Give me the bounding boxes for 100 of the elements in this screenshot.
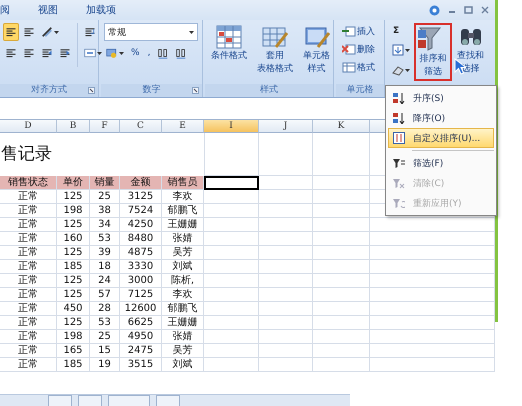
wrap-text-icon	[84, 26, 96, 38]
table-cell	[204, 358, 259, 372]
caret-icon	[119, 52, 124, 54]
ribbon-button[interactable]: 条件格式	[208, 23, 250, 81]
table-cell: 4875	[120, 246, 162, 260]
custom-sort-icon	[393, 132, 405, 144]
delete-cells-icon	[342, 44, 356, 54]
column-header[interactable]: J	[259, 120, 313, 133]
column-header[interactable]: B	[57, 120, 90, 133]
table-cell	[259, 204, 313, 218]
format-cells-icon	[342, 62, 356, 72]
table-cell: 125	[57, 274, 90, 288]
table-cell: 125	[57, 316, 90, 330]
active-cell[interactable]	[204, 176, 259, 190]
table-cell: 38	[90, 204, 120, 218]
table-cell: 正常	[0, 246, 57, 260]
table-cell: 正常	[0, 260, 57, 274]
ribbon-button[interactable]: 排序和 筛选	[414, 23, 452, 81]
reapply-filter-icon	[393, 197, 405, 209]
table-cell	[204, 260, 259, 274]
table-cell	[313, 204, 370, 218]
table-cell	[313, 330, 370, 344]
column-header[interactable]: F	[90, 120, 120, 133]
table-cell	[204, 344, 259, 358]
table-cell	[204, 133, 260, 176]
table-cell: 25	[90, 190, 120, 204]
table-cell: 39	[90, 246, 120, 260]
menu-item[interactable]: 降序(O)	[388, 108, 494, 128]
autosum-button[interactable]: Σ	[390, 23, 412, 39]
table-cell: 李欢	[162, 288, 204, 302]
table-cell: 15	[90, 344, 120, 358]
ribbon-tab[interactable]: 视图	[38, 3, 58, 17]
indent-icon	[41, 47, 53, 59]
column-header[interactable]: C	[120, 120, 162, 133]
close-icon[interactable]	[481, 6, 489, 14]
cells-button[interactable]: 插入	[339, 23, 378, 39]
table-cell	[204, 218, 259, 232]
menu-item[interactable]: 筛选(F)	[388, 153, 494, 173]
table-cell: 25	[90, 330, 120, 344]
table-cell: 正常	[0, 288, 57, 302]
table-cell: 6625	[120, 316, 162, 330]
group-label: 样式	[205, 84, 333, 97]
table-cell	[204, 204, 259, 218]
fill-icon	[392, 44, 404, 56]
table-cell: 53	[90, 316, 120, 330]
table-cell: 160	[57, 232, 90, 246]
orientation-icon	[41, 26, 53, 38]
ribbon-tab[interactable]: 阅	[0, 3, 10, 17]
table-cell: 7125	[120, 288, 162, 302]
ribbon-tab[interactable]: 加载项	[86, 3, 116, 17]
align-icon	[5, 47, 17, 59]
table-cell	[259, 246, 313, 260]
table-cell: 正常	[0, 204, 57, 218]
table-cell: 18	[90, 260, 120, 274]
table-cell	[259, 358, 313, 372]
comma-button[interactable]: ,	[144, 45, 154, 61]
insert-cells-icon	[342, 26, 356, 36]
menu-item[interactable]: 升序(S)	[388, 88, 494, 108]
table-cell: 王姗姗	[162, 316, 204, 330]
currency-icon	[106, 47, 118, 59]
table-cell: 19	[90, 358, 120, 372]
align-button[interactable]	[3, 23, 19, 41]
ribbon-button[interactable]: 套用 表格格式	[254, 23, 296, 81]
ribbon-button[interactable]: 单元格 样式	[300, 23, 333, 81]
table-cell: 刘斌	[162, 260, 204, 274]
table-cell: 销售状态	[0, 176, 57, 190]
table-cell: 正常	[0, 274, 57, 288]
restore-icon[interactable]	[464, 6, 473, 14]
table-cell: 125	[57, 190, 90, 204]
caret-icon	[405, 48, 410, 52]
table-cell: 4950	[120, 330, 162, 344]
table-cell	[313, 218, 370, 232]
cells-button[interactable]: 删除	[339, 41, 378, 57]
table-cell: 吴芳	[162, 344, 204, 358]
dialog-launcher-icon[interactable]	[88, 87, 95, 94]
cells-button[interactable]: 格式	[339, 59, 378, 75]
table-cell	[259, 302, 313, 316]
column-header[interactable]: D	[0, 120, 57, 133]
table-cell: 7524	[120, 204, 162, 218]
merge-icon	[84, 47, 96, 59]
clear-filter-icon	[393, 177, 405, 189]
menu-item[interactable]: 自定义排序(U)...	[388, 128, 494, 148]
dialog-launcher-icon[interactable]	[192, 87, 199, 94]
table-cell	[204, 232, 259, 246]
table-cell: 24	[90, 274, 120, 288]
table-cell	[259, 316, 313, 330]
table-cell	[259, 330, 313, 344]
table-cell	[204, 316, 259, 330]
group-label: 数字	[101, 84, 202, 97]
table-cell	[313, 302, 370, 316]
percent-button[interactable]: %	[128, 45, 143, 61]
table-cell: 正常	[0, 330, 57, 344]
table-cell: 郁鹏飞	[162, 204, 204, 218]
help-icon[interactable]	[429, 4, 440, 16]
table-cell	[259, 260, 313, 274]
number-format-dropdown[interactable]: 常规	[104, 23, 198, 41]
column-header[interactable]: K	[313, 120, 370, 133]
column-header[interactable]: I	[204, 120, 259, 133]
cell-style-icon	[304, 25, 330, 49]
column-header[interactable]: E	[162, 120, 204, 133]
